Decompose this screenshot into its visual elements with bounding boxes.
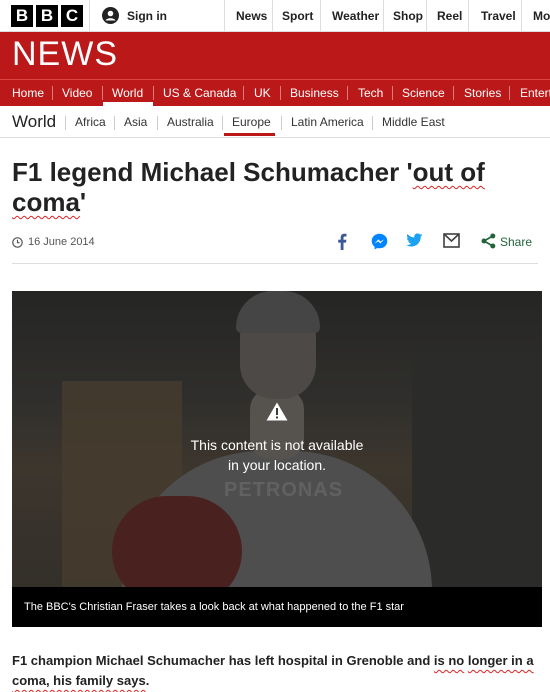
top-nav-sport[interactable]: Sport xyxy=(272,0,320,31)
section-nav-asia[interactable]: Asia xyxy=(124,115,147,129)
headline-text: F1 legend Michael Schumacher ' xyxy=(12,157,413,187)
nav-divider xyxy=(347,86,348,100)
top-nav-travel[interactable]: Travel xyxy=(468,0,521,31)
main-nav-business[interactable]: Business xyxy=(290,80,339,106)
main-nav-stories[interactable]: Stories xyxy=(464,80,501,106)
nav-divider xyxy=(153,86,154,100)
section-divider xyxy=(281,116,282,130)
bbc-logo[interactable]: B B C xyxy=(11,5,83,27)
section-nav: World Africa Asia Australia Europe Latin… xyxy=(0,106,550,138)
paragraph-text: F1 champion Michael Schumacher has left … xyxy=(12,653,434,668)
article-date: 16 June 2014 xyxy=(12,236,95,248)
article-intro-paragraph: F1 champion Michael Schumacher has left … xyxy=(12,651,542,691)
section-nav-latin-america[interactable]: Latin America xyxy=(291,115,364,129)
date-text: 16 June 2014 xyxy=(28,236,95,248)
top-nav-reel[interactable]: Reel xyxy=(426,0,468,31)
main-nav-us-canada[interactable]: US & Canada xyxy=(163,80,236,106)
bbc-logo-letter: C xyxy=(61,5,83,27)
nav-divider xyxy=(509,86,510,100)
main-nav: Home Video World US & Canada UK Business… xyxy=(0,79,550,106)
video-player[interactable]: PETRONAS This content is not available i… xyxy=(12,291,542,587)
signin-link[interactable]: Sign in xyxy=(89,0,167,31)
section-divider xyxy=(114,116,115,130)
nav-divider xyxy=(102,86,103,100)
geo-block-line-1: This content is not available xyxy=(190,437,364,453)
section-divider xyxy=(372,116,373,130)
messenger-icon[interactable] xyxy=(371,233,388,250)
top-nav-news[interactable]: News xyxy=(224,0,272,31)
main-nav-video[interactable]: Video xyxy=(62,80,92,106)
bbc-logo-letter: B xyxy=(11,5,33,27)
share-label[interactable]: Share xyxy=(500,235,532,249)
news-logo[interactable]: NEWS xyxy=(12,37,118,71)
top-nav-shop[interactable]: Shop xyxy=(383,0,426,31)
main-nav-home[interactable]: Home xyxy=(12,80,44,106)
active-section-indicator xyxy=(224,133,275,136)
main-nav-science[interactable]: Science xyxy=(402,80,445,106)
section-nav-middle-east[interactable]: Middle East xyxy=(382,115,445,129)
email-icon[interactable] xyxy=(443,233,460,248)
nav-divider xyxy=(392,86,393,100)
user-icon xyxy=(102,7,119,24)
share-icon[interactable] xyxy=(481,233,496,249)
paragraph-spellcheck-underlined: is no xyxy=(433,653,465,668)
section-nav-australia[interactable]: Australia xyxy=(167,115,214,129)
video-caption: The BBC's Christian Fraser takes a look … xyxy=(12,587,542,627)
nav-divider xyxy=(52,86,53,100)
section-nav-europe[interactable]: Europe xyxy=(232,115,271,129)
section-divider xyxy=(157,116,158,130)
section-divider xyxy=(65,116,66,130)
bbc-logo-letter: B xyxy=(36,5,58,27)
warning-icon xyxy=(266,402,288,421)
facebook-icon[interactable] xyxy=(337,233,347,250)
divider xyxy=(12,263,538,264)
headline-spellcheck-underlined: out of xyxy=(412,157,485,187)
section-nav-africa[interactable]: Africa xyxy=(75,115,106,129)
top-nav-weather[interactable]: Weather xyxy=(320,0,383,31)
geo-block-message: This content is not available in your lo… xyxy=(12,435,542,475)
headline-spellcheck-underlined: coma xyxy=(12,187,80,217)
top-nav: News Sport Weather Shop Reel Travel Mo xyxy=(224,0,550,31)
main-nav-uk[interactable]: UK xyxy=(254,80,271,106)
article-headline: F1 legend Michael Schumacher 'out of com… xyxy=(12,157,532,217)
nav-divider xyxy=(243,86,244,100)
clock-icon xyxy=(12,236,23,248)
nav-divider xyxy=(453,86,454,100)
main-nav-entertainment[interactable]: Entert xyxy=(520,80,550,106)
section-title[interactable]: World xyxy=(12,112,56,132)
nav-divider xyxy=(280,86,281,100)
signin-label: Sign in xyxy=(127,8,167,23)
main-nav-tech[interactable]: Tech xyxy=(358,80,383,106)
paragraph-text-end: . xyxy=(145,673,150,688)
twitter-icon[interactable] xyxy=(406,233,423,248)
section-divider xyxy=(222,116,223,130)
headline-text-end: ' xyxy=(79,187,87,217)
top-bar: B B C Sign in News Sport Weather Shop Re… xyxy=(0,0,550,32)
top-nav-more[interactable]: Mo xyxy=(521,0,550,31)
geo-block-line-2: in your location. xyxy=(227,457,327,473)
